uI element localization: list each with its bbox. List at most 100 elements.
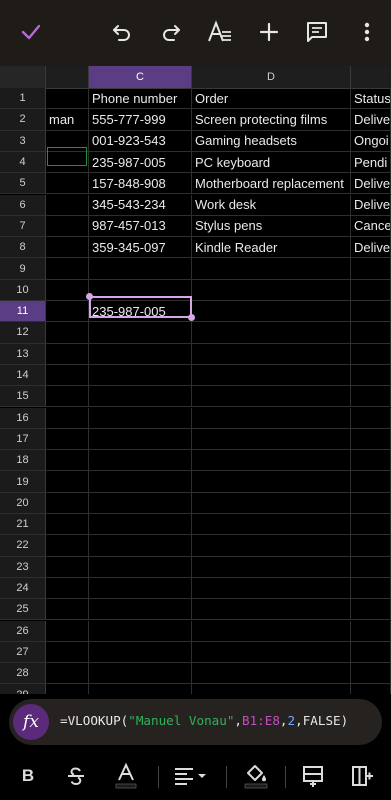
undo-icon[interactable] xyxy=(107,17,137,47)
text-format-icon[interactable] xyxy=(205,17,235,47)
cell-c[interactable] xyxy=(89,322,192,343)
cell-b[interactable] xyxy=(46,301,89,322)
cell-d[interactable]: Kindle Reader xyxy=(192,237,351,258)
cell-e[interactable] xyxy=(351,471,391,492)
cell-b[interactable] xyxy=(46,237,89,258)
cell-d[interactable]: Motherboard replacement xyxy=(192,173,351,194)
cell-e[interactable]: Status xyxy=(351,88,391,109)
cell-e[interactable] xyxy=(351,343,391,364)
cell-c[interactable] xyxy=(89,577,192,599)
cell-c[interactable] xyxy=(89,492,192,513)
cell-b[interactable] xyxy=(46,514,89,535)
plus-icon[interactable] xyxy=(254,17,284,47)
cell-d[interactable] xyxy=(192,663,351,684)
row-header[interactable]: 9 xyxy=(0,258,46,279)
cell-b[interactable] xyxy=(46,620,89,641)
cell-e[interactable] xyxy=(351,492,391,513)
cell-b[interactable] xyxy=(46,535,89,556)
cell-d[interactable] xyxy=(192,535,351,556)
formula-bar[interactable]: fx =VLOOKUP("Manuel Vonau",B1:E8,2,FALSE… xyxy=(9,699,382,745)
cell-b[interactable] xyxy=(46,215,89,237)
row-header[interactable]: 15 xyxy=(0,386,46,407)
row-header[interactable]: 8 xyxy=(0,237,46,258)
cell-b[interactable] xyxy=(46,407,89,428)
cell-c[interactable]: Phone number xyxy=(89,88,192,109)
cell-e[interactable]: Delive xyxy=(351,173,391,194)
cell-e[interactable] xyxy=(351,684,391,694)
spreadsheet-grid[interactable]: C D 1 Phone number Order Status 2 man 555-777-… xyxy=(0,66,391,694)
row-header[interactable]: 21 xyxy=(0,514,46,535)
cell-b[interactable] xyxy=(46,556,89,577)
cell-b[interactable] xyxy=(46,343,89,364)
cell-c[interactable] xyxy=(89,386,192,407)
cell-c[interactable] xyxy=(89,620,192,641)
cell-e[interactable]: Delive xyxy=(351,109,391,130)
cell-b[interactable] xyxy=(46,279,89,300)
strikethrough-icon[interactable] xyxy=(62,760,90,792)
redo-icon[interactable] xyxy=(156,17,186,47)
cell-d[interactable] xyxy=(192,258,351,279)
fill-color-icon[interactable] xyxy=(241,760,271,792)
cell-c[interactable]: 235-987-005 xyxy=(89,151,192,173)
cell-e[interactable]: Delive xyxy=(351,194,391,215)
cell-d[interactable]: Screen protecting films xyxy=(192,109,351,130)
cell-d[interactable] xyxy=(192,322,351,343)
cell-b[interactable] xyxy=(46,322,89,343)
cell-e[interactable] xyxy=(351,364,391,386)
cell-d[interactable]: Gaming headsets xyxy=(192,130,351,151)
row-header[interactable]: 4 xyxy=(0,151,46,173)
cell-d[interactable] xyxy=(192,492,351,513)
cell-d[interactable] xyxy=(192,450,351,471)
row-header[interactable]: 19 xyxy=(0,471,46,492)
cell-b[interactable] xyxy=(46,492,89,513)
cell-e[interactable]: Pendi xyxy=(351,151,391,173)
cell-e[interactable] xyxy=(351,428,391,450)
cell-b[interactable] xyxy=(46,663,89,684)
cell-d[interactable] xyxy=(192,641,351,663)
cell-b[interactable] xyxy=(46,88,89,109)
selection-handle-bottom-right[interactable] xyxy=(188,314,195,321)
cell-b[interactable] xyxy=(46,428,89,450)
formula-input[interactable]: =VLOOKUP("Manuel Vonau",B1:E8,2,FALSE) xyxy=(60,713,348,728)
cell-d[interactable] xyxy=(192,556,351,577)
row-header[interactable]: 27 xyxy=(0,641,46,663)
cell-c[interactable] xyxy=(89,428,192,450)
row-header[interactable]: 2 xyxy=(0,109,46,130)
cell-e[interactable] xyxy=(351,599,391,620)
cell-b[interactable] xyxy=(46,194,89,215)
cell-d[interactable]: PC keyboard xyxy=(192,151,351,173)
cell-d[interactable]: Work desk xyxy=(192,194,351,215)
cell-c[interactable]: 987-457-013 xyxy=(89,215,192,237)
row-header[interactable]: 25 xyxy=(0,599,46,620)
cell-c[interactable] xyxy=(89,407,192,428)
row-header[interactable]: 16 xyxy=(0,407,46,428)
cell-e[interactable] xyxy=(351,535,391,556)
insert-row-icon[interactable] xyxy=(298,760,328,792)
cell-e[interactable] xyxy=(351,556,391,577)
select-all-corner[interactable] xyxy=(0,66,46,88)
row-header[interactable]: 14 xyxy=(0,364,46,386)
row-header[interactable]: 17 xyxy=(0,428,46,450)
column-header-c[interactable]: C xyxy=(89,66,192,88)
row-header[interactable]: 13 xyxy=(0,343,46,364)
cell-d[interactable] xyxy=(192,343,351,364)
cell-b[interactable]: man xyxy=(46,109,89,130)
row-header[interactable]: 7 xyxy=(0,215,46,237)
column-header-d[interactable]: D xyxy=(192,66,351,88)
row-header[interactable]: 12 xyxy=(0,322,46,343)
cell-e[interactable] xyxy=(351,514,391,535)
cell-e[interactable] xyxy=(351,620,391,641)
cell-c[interactable] xyxy=(89,343,192,364)
cell-b[interactable] xyxy=(46,684,89,694)
cell-c[interactable]: 157-848-908 xyxy=(89,173,192,194)
column-header-e[interactable] xyxy=(351,66,391,88)
cell-d[interactable] xyxy=(192,386,351,407)
cell-c[interactable] xyxy=(89,599,192,620)
cell-d[interactable] xyxy=(192,620,351,641)
insert-column-icon[interactable] xyxy=(347,760,377,792)
cell-d[interactable]: Stylus pens xyxy=(192,215,351,237)
cell-b[interactable] xyxy=(46,450,89,471)
check-icon[interactable] xyxy=(16,17,46,47)
cell-d[interactable] xyxy=(192,577,351,599)
cell-c[interactable]: 001-923-543 xyxy=(89,130,192,151)
